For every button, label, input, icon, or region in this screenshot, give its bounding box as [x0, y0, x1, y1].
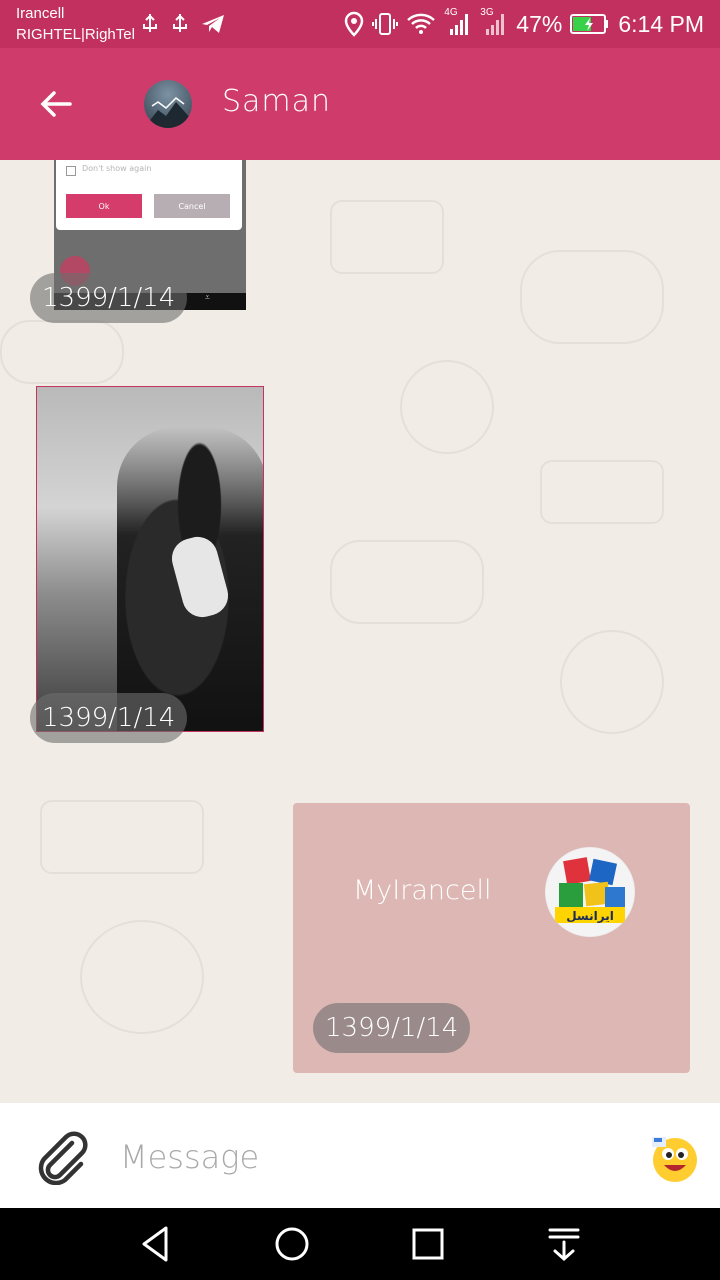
dialog-cancel-button: Cancel: [154, 194, 230, 218]
telegram-icon: [202, 15, 224, 33]
back-triangle-icon[interactable]: [136, 1224, 176, 1264]
message-date: 1399/1/14: [30, 273, 188, 323]
background-doodle: [400, 360, 494, 454]
carrier-name: Irancell: [16, 5, 65, 22]
background-doodle: [40, 800, 204, 874]
logo-text: ایرانسل: [566, 909, 614, 923]
usb-icon: [143, 14, 157, 32]
recents-square-icon[interactable]: [408, 1224, 448, 1264]
background-doodle: [520, 250, 664, 344]
clock: 6:14 PM: [618, 10, 704, 37]
message-list[interactable]: Don't show again Ok Cancel ⩡ 1399/1/14 1…: [0, 160, 720, 1103]
arrow-left-icon[interactable]: [36, 84, 76, 124]
contact-name: MyIrancell: [353, 875, 492, 906]
message-composer: [0, 1103, 720, 1208]
background-doodle: [560, 630, 664, 734]
dialog-checkbox-label: Don't show again: [82, 164, 152, 173]
paperclip-icon[interactable]: [34, 1129, 90, 1185]
dialog-ok-button: Ok: [66, 194, 142, 218]
background-doodle: [330, 200, 444, 274]
notification-icons: [140, 10, 226, 38]
message-date: 1399/1/14: [313, 1003, 471, 1053]
system-status: 4G 3G 47% 6:14 PM: [344, 7, 704, 40]
chat-header: Saman: [0, 48, 720, 160]
checkbox: [66, 166, 76, 176]
emoji-icon[interactable]: [650, 1133, 700, 1183]
background-doodle: [0, 320, 124, 384]
background-doodle: [540, 460, 664, 524]
signal-icon: 4G: [444, 7, 472, 37]
myirancell-logo[interactable]: ایرانسل: [545, 847, 635, 937]
mountain-avatar-icon: [144, 97, 192, 128]
carrier-name-secondary: RIGHTEL|RighTel: [16, 26, 135, 43]
chat-title[interactable]: Saman: [222, 84, 331, 119]
vibrate-icon: [372, 13, 399, 35]
notification-pull-icon[interactable]: [544, 1224, 584, 1264]
home-circle-icon[interactable]: [272, 1224, 312, 1264]
message-input[interactable]: [118, 1131, 622, 1183]
image-message[interactable]: [36, 386, 264, 732]
message-date: 1399/1/14: [30, 693, 188, 743]
status-bar: Irancell RIGHTEL|RighTel 4G 3G 47% 6:14 …: [0, 0, 720, 48]
signal-icon: 3G: [480, 7, 508, 37]
background-doodle: [330, 540, 484, 624]
wifi-icon: [407, 13, 436, 34]
screenshot-dialog: Don't show again Ok Cancel: [56, 160, 242, 230]
background-doodle: [80, 920, 204, 1034]
contact-message-bubble[interactable]: MyIrancell ایرانسل 1399/1/14: [293, 803, 690, 1073]
location-icon: [345, 11, 364, 37]
battery-percent: 47%: [516, 10, 563, 37]
battery-charging-icon: [570, 14, 609, 34]
puzzle-logo-icon: ایرانسل: [546, 848, 634, 936]
system-navigation-bar: [0, 1208, 720, 1280]
usb-icon: [173, 14, 187, 32]
avatar[interactable]: [144, 80, 192, 128]
